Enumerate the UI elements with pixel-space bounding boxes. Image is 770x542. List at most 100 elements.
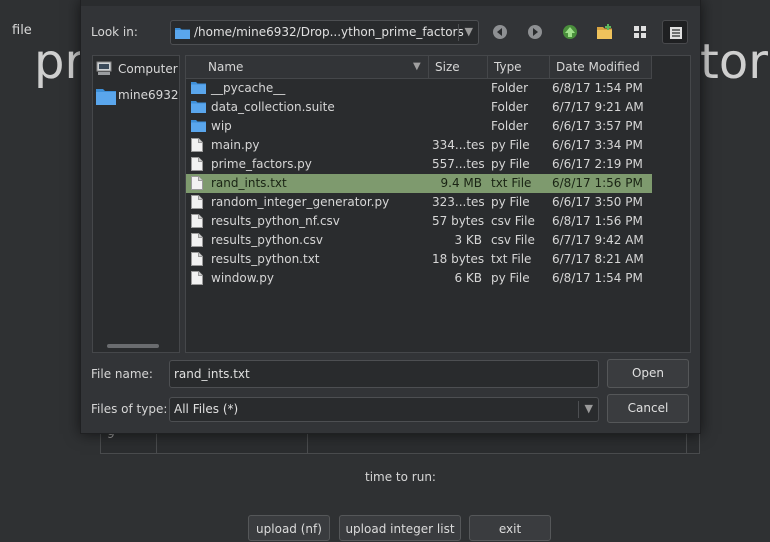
file-name-cell: main.py <box>211 138 260 152</box>
open-button[interactable]: Open <box>607 359 689 388</box>
file-row[interactable]: rand_ints.txt 9.4 MB txt File 6/8/17 1:56 P… <box>186 174 652 193</box>
file-row[interactable]: random_integer_generator.py 323...tes py F… <box>186 193 652 212</box>
detail-view-button[interactable] <box>662 20 688 44</box>
folder-icon <box>191 100 206 116</box>
file-size-cell: 3 KB <box>454 233 482 247</box>
file-type-cell: py File <box>491 271 530 285</box>
file-row[interactable]: prime_factors.py 557...tes py File 6/6/17 2… <box>186 155 652 174</box>
file-row[interactable]: window.py 6 KB py File 6/8/17 1:54 PM <box>186 269 652 288</box>
file-icon <box>191 138 203 155</box>
file-type-cell: py File <box>491 138 530 152</box>
cancel-button[interactable]: Cancel <box>607 394 689 423</box>
new-folder-button[interactable] <box>592 20 618 44</box>
back-button[interactable] <box>487 20 513 44</box>
combo-separator <box>458 24 459 41</box>
file-date-cell: 6/6/17 3:57 PM <box>552 119 643 133</box>
file-size-cell: 18 bytes <box>432 252 485 266</box>
file-row[interactable]: results_python.txt 18 bytes txt File 6/7/17… <box>186 250 652 269</box>
forward-button[interactable] <box>522 20 548 44</box>
file-type-cell: txt File <box>491 176 532 190</box>
file-date-cell: 6/8/17 1:54 PM <box>552 81 643 95</box>
file-date-cell: 6/7/17 9:21 AM <box>552 100 644 114</box>
file-size-cell: 6 KB <box>454 271 482 285</box>
dialog-titlebar[interactable] <box>81 0 700 6</box>
file-list-header: Name ▼ Size Type Date Modified <box>186 56 652 79</box>
places-sidebar: Computer mine6932 <box>92 55 180 353</box>
file-row[interactable]: main.py 334...tes py File 6/6/17 3:34 PM <box>186 136 652 155</box>
open-file-dialog: Look in: /home/mine6932/Drop...ython_pri… <box>80 0 701 434</box>
file-list: Name ▼ Size Type Date Modified __pycache… <box>185 55 691 353</box>
sidebar-item-label: Computer <box>118 62 178 76</box>
file-type-label: Files of type: <box>91 402 168 416</box>
parent-directory-button[interactable] <box>557 20 583 44</box>
column-header-size[interactable]: Size <box>429 56 488 78</box>
file-name-input[interactable]: rand_ints.txt <box>169 360 599 388</box>
file-date-cell: 6/8/17 1:56 PM <box>552 214 643 228</box>
file-name-cell: __pycache__ <box>211 81 286 95</box>
app-heading-left: pr <box>34 34 85 90</box>
folder-icon <box>175 26 190 42</box>
file-icon <box>191 176 203 193</box>
upload-nf-button[interactable]: upload (nf) <box>248 515 330 541</box>
file-date-cell: 6/7/17 9:42 AM <box>552 233 644 247</box>
file-date-cell: 6/8/17 1:54 PM <box>552 271 643 285</box>
file-icon <box>191 195 203 212</box>
file-icon <box>191 252 203 269</box>
open-button-label: Open <box>631 366 665 380</box>
combo-separator <box>578 401 579 418</box>
file-type-cell: py File <box>491 157 530 171</box>
file-size-cell: 57 bytes <box>432 214 485 228</box>
file-row[interactable]: results_python_nf.csv 57 bytes csv File 6/8… <box>186 212 652 231</box>
file-size-cell: 334...tes <box>432 138 485 152</box>
file-icon <box>191 214 203 231</box>
file-name-cell: results_python.txt <box>211 252 320 266</box>
chevron-down-icon: ▼ <box>464 25 473 38</box>
file-type-cell: csv File <box>491 214 535 228</box>
app-heading-right: tor <box>700 34 768 90</box>
icon-view-button[interactable] <box>627 20 653 44</box>
file-type-combo[interactable]: All Files (*) ▼ <box>169 397 599 422</box>
file-date-cell: 6/6/17 2:19 PM <box>552 157 643 171</box>
file-row[interactable]: data_collection.suite Folder 6/7/17 9:21 A… <box>186 98 652 117</box>
look-in-label: Look in: <box>91 25 138 39</box>
look-in-combo[interactable]: /home/mine6932/Drop...ython_prime_factor… <box>170 20 479 45</box>
column-header-name[interactable]: Name <box>186 56 429 78</box>
file-name-cell: prime_factors.py <box>211 157 312 171</box>
file-date-cell: 6/8/17 1:56 PM <box>552 176 643 190</box>
file-type-cell: Folder <box>491 81 529 95</box>
file-name-cell: window.py <box>211 271 274 285</box>
file-type-cell: csv File <box>491 233 535 247</box>
file-name-cell: wip <box>211 119 232 133</box>
file-icon <box>191 157 203 174</box>
file-name-label: File name: <box>91 367 153 381</box>
file-type-cell: py File <box>491 195 530 209</box>
column-header-type[interactable]: Type <box>488 56 550 78</box>
file-size-cell: 9.4 MB <box>440 176 482 190</box>
file-name-cell: results_python.csv <box>211 233 323 247</box>
computer-icon <box>96 61 112 79</box>
time-to-run-label: time to run: <box>365 470 436 484</box>
sidebar-item-label: mine6932 <box>118 88 179 102</box>
exit-button[interactable]: exit <box>469 515 551 541</box>
file-row[interactable]: wip Folder 6/6/17 3:57 PM <box>186 117 652 136</box>
file-name-cell: results_python_nf.csv <box>211 214 340 228</box>
file-icon <box>191 271 203 288</box>
file-size-cell: 557...tes <box>432 157 485 171</box>
file-size-cell: 323...tes <box>432 195 485 209</box>
folder-icon <box>191 119 206 135</box>
upload-integer-list-button[interactable]: upload integer list <box>339 515 461 541</box>
file-type-cell: txt File <box>491 252 532 266</box>
file-name-cell: rand_ints.txt <box>211 176 287 190</box>
column-header-label: Name <box>208 60 244 74</box>
chevron-down-icon: ▼ <box>584 402 593 415</box>
file-icon <box>191 233 203 250</box>
column-header-date[interactable]: Date Modified <box>550 56 652 78</box>
file-row[interactable]: results_python.csv 3 KB csv File 6/7/17 9:4… <box>186 231 652 250</box>
file-date-cell: 6/6/17 3:34 PM <box>552 138 643 152</box>
file-name-cell: random_integer_generator.py <box>211 195 390 209</box>
file-type-value: All Files (*) <box>174 402 239 416</box>
file-row[interactable]: __pycache__ Folder 6/8/17 1:54 PM <box>186 79 652 98</box>
file-date-cell: 6/6/17 3:50 PM <box>552 195 643 209</box>
sidebar-scrollbar[interactable] <box>107 344 159 348</box>
sort-indicator-icon: ▼ <box>413 61 421 72</box>
